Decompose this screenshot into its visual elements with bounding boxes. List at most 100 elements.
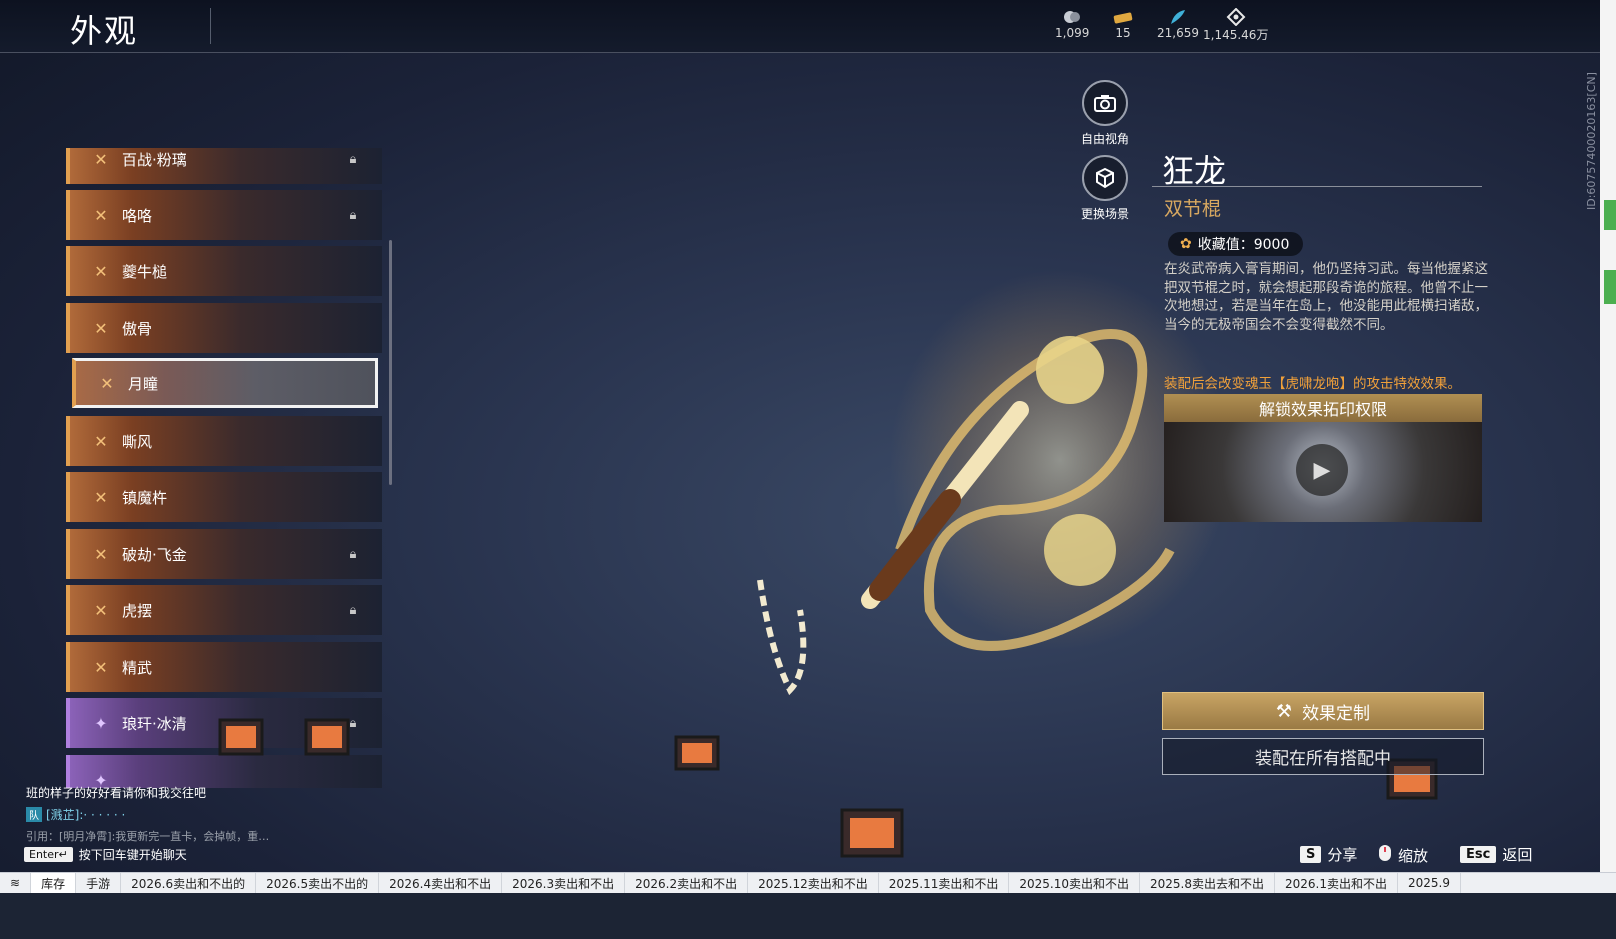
sheet-tab[interactable]: 2026.4卖出和不出 [379, 873, 503, 893]
team-channel-tag: 队 [26, 807, 42, 822]
skin-item[interactable]: ✕ 咯咯 🔒︎ [66, 190, 382, 240]
chat-text: [溅芷]:· · · · · · [46, 808, 126, 822]
sheet-tab[interactable]: 2026.1卖出和不出 [1275, 873, 1398, 893]
mouse-icon [1378, 844, 1392, 866]
rarity-icon: ✕ [100, 373, 114, 393]
list-scrollbar[interactable] [389, 240, 392, 485]
crystal-icon [1061, 8, 1083, 26]
page-title: 外观 [70, 12, 139, 50]
chat-hint[interactable]: Enter↵ 按下回车键开始聊天 [24, 846, 187, 863]
currency-value: 1,099 [1055, 26, 1090, 40]
sheet-tab[interactable]: 2025.10卖出和不出 [1009, 873, 1140, 893]
title-divider [210, 8, 211, 44]
top-bar: 外观 1,099 15 21,659 1,145.46万 [0, 0, 1600, 53]
currency-diamond: 1,145.46万 [1203, 8, 1268, 43]
spiral-icon: ✿ [1180, 236, 1192, 252]
skin-name: 精武 [122, 658, 153, 677]
sheet-tab[interactable]: 手游 [76, 873, 122, 893]
back-label: 返回 [1502, 846, 1533, 864]
sheet-tab[interactable]: 2025.12卖出和不出 [748, 873, 879, 893]
rarity-icon: ✕ [94, 431, 108, 451]
equip-all-button[interactable]: 装配在所有搭配中 [1162, 738, 1484, 775]
chat-panel[interactable]: 班的样子的好好看请你和我交往吧 队 [溅芷]:· · · · · · 引用：[明月… [26, 784, 326, 844]
currency-value: 1,145.46万 [1203, 28, 1269, 42]
currency-crystal: 1,099 [1055, 8, 1089, 40]
share-hotkey[interactable]: S 分享 [1300, 844, 1357, 865]
sheet-tab[interactable]: 库存 [31, 873, 77, 893]
item-type: 双节棍 [1164, 198, 1222, 220]
lock-icon: 🔒︎ [349, 151, 357, 167]
unlock-banner: 解锁效果拓印权限 [1164, 394, 1482, 422]
skin-item[interactable]: ✕ 傲骨 [66, 303, 382, 353]
camera-icon [1082, 80, 1128, 126]
rarity-icon: ✕ [94, 487, 108, 507]
sheet-tab[interactable]: 2026.5卖出不出的 [256, 873, 380, 893]
collection-value-badge: ✿ 收藏值：9000 [1168, 232, 1304, 256]
rarity-icon: ✕ [94, 318, 108, 338]
rarity-icon: ✕ [94, 205, 108, 225]
sheet-tab[interactable]: 2026.2卖出和不出 [625, 873, 749, 893]
layers-icon[interactable]: ≋ [0, 873, 32, 893]
diamond-icon [1225, 8, 1247, 26]
skin-item[interactable]: ✕ 精武 [66, 642, 382, 692]
rarity-icon: ✕ [94, 600, 108, 620]
skin-item[interactable]: ✕ 镇魔杵 [66, 472, 382, 522]
key-esc: Esc [1460, 846, 1497, 863]
divider [1152, 186, 1482, 187]
share-label: 分享 [1327, 846, 1358, 864]
skin-name: 破劫·飞金 [122, 545, 187, 564]
chat-message: 班的样子的好好看请你和我交往吧 [26, 786, 207, 800]
chat-message: 队 [溅芷]:· · · · · · [26, 806, 326, 823]
free-view-button[interactable]: 自由视角 [1075, 80, 1135, 147]
skin-item[interactable]: ✕ 夔牛槌 [66, 246, 382, 296]
collection-value: 收藏值：9000 [1197, 237, 1290, 253]
cube-icon [1082, 155, 1128, 201]
change-scene-button[interactable]: 更换场景 [1075, 155, 1135, 222]
rarity-icon: ✦ [94, 713, 108, 733]
play-icon[interactable]: ▶ [1296, 444, 1348, 496]
wrench-icon: ⚒ [1275, 700, 1293, 722]
currency-ticket: 15 [1112, 8, 1134, 40]
zoom-hotkey[interactable]: 缩放 [1378, 844, 1428, 866]
skin-item-selected[interactable]: ✕ 月瞳 [72, 358, 378, 408]
back-hotkey[interactable]: Esc 返回 [1460, 844, 1532, 865]
sheet-tab[interactable]: 2026.3卖出和不出 [502, 873, 626, 893]
player-id: ID:60757400020163[CN] [1585, 72, 1598, 210]
currency-value: 21,659 [1157, 26, 1199, 40]
skin-item[interactable]: ✕ 嘶风 [66, 416, 382, 466]
lock-icon: 🔒︎ [349, 602, 357, 618]
rarity-icon: ✕ [94, 544, 108, 564]
sheet-tab[interactable]: 2025.9 [1398, 873, 1461, 893]
customize-effect-button[interactable]: ⚒ 效果定制 [1162, 692, 1484, 730]
lock-icon: 🔒︎ [349, 546, 357, 562]
lantern [674, 735, 720, 771]
customize-label: 效果定制 [1302, 703, 1371, 724]
lantern [304, 718, 350, 756]
free-view-label: 自由视角 [1080, 132, 1129, 146]
effect-note: 装配后会改变魂玉【虎啸龙咆】的攻击特效效果。 [1164, 376, 1461, 392]
skin-item[interactable]: ✕ 虎摆 🔒︎ [66, 585, 382, 635]
currency-feather: 21,659 [1157, 8, 1199, 40]
sheet-tab[interactable]: 2025.8卖出去和不出 [1140, 873, 1275, 893]
currency-value: 15 [1115, 26, 1131, 40]
lock-icon: 🔒︎ [349, 207, 357, 223]
skin-item[interactable]: ✕ 破劫·飞金 🔒︎ [66, 529, 382, 579]
equip-all-label: 装配在所有搭配中 [1255, 749, 1391, 769]
feather-icon [1167, 8, 1189, 26]
sheet-tab-bar: ≋ 库存 手游 2026.6卖出和不出的 2026.5卖出不出的 2026.4卖… [0, 872, 1616, 893]
skin-name: 傲骨 [122, 319, 153, 338]
sheet-tab[interactable]: 2026.6卖出和不出的 [121, 873, 257, 893]
skin-name: 夔牛槌 [122, 262, 168, 281]
enter-key: Enter↵ [24, 847, 73, 862]
chat-hint-label: 按下回车键开始聊天 [78, 848, 187, 862]
skin-item[interactable]: ✕ 百战·粉璃 🔒︎ [66, 148, 382, 184]
skin-name: 月瞳 [128, 374, 159, 393]
effect-preview-video[interactable]: ▶ [1164, 422, 1482, 522]
taskbar [0, 893, 1616, 939]
ticket-icon [1112, 8, 1134, 26]
sheet-tab[interactable]: 2025.11卖出和不出 [879, 873, 1010, 893]
skin-list[interactable]: ✕ 百战·粉璃 🔒︎ ✕ 咯咯 🔒︎ ✕ 夔牛槌 ✕ 傲骨 ✕ 月瞳 ✕ 嘶风 … [66, 148, 382, 788]
lantern [840, 808, 904, 858]
chat-quote: 引用：[明月净霄]:我更新完一直卡，会掉帧，重… [26, 830, 270, 843]
skin-name: 咯咯 [122, 206, 153, 225]
